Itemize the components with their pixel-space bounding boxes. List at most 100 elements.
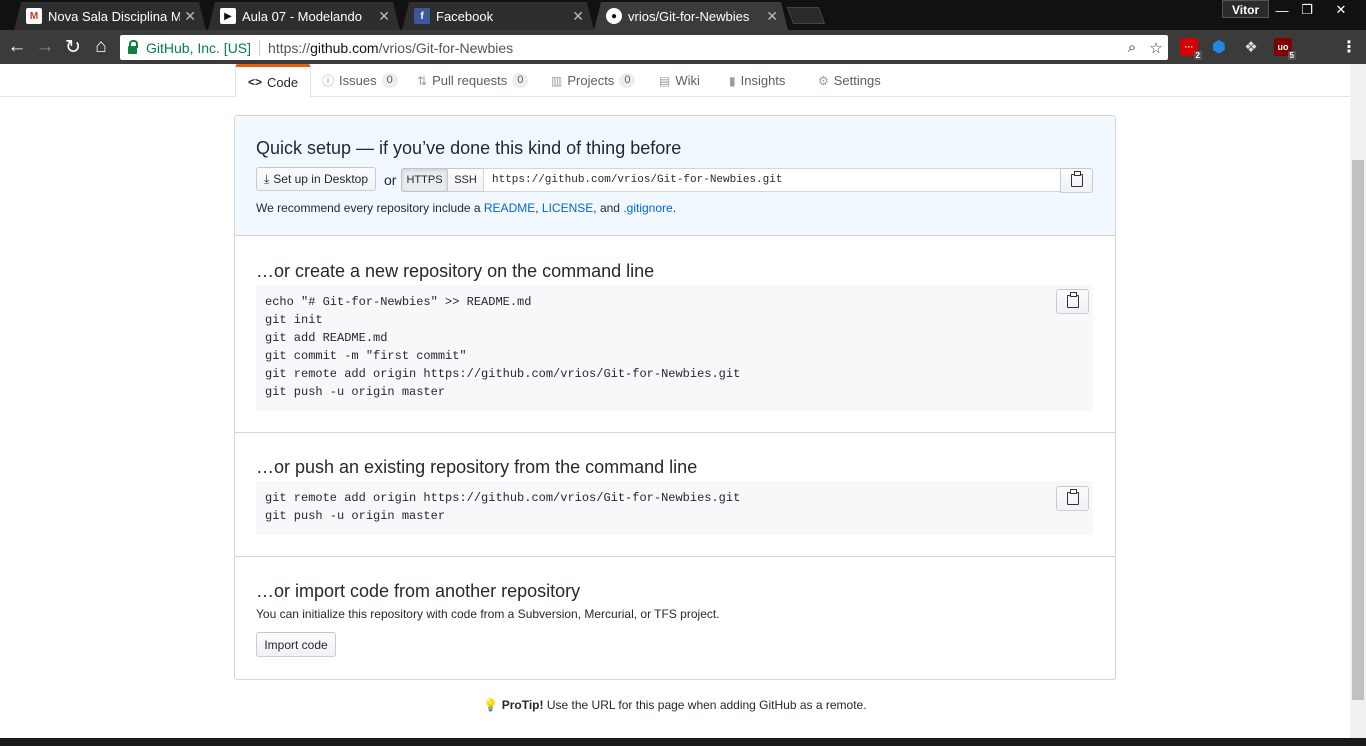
project-icon: ▥: [551, 73, 563, 88]
address-separator: [259, 39, 261, 56]
tab-label: Projects: [567, 73, 615, 88]
pull-request-icon: ⇅: [417, 73, 428, 88]
page-scrollbar[interactable]: [1350, 64, 1366, 738]
setup-box: Quick setup — if you’ve done this kind o…: [234, 115, 1116, 680]
quick-setup-title: Quick setup — if you’ve done this kind o…: [256, 138, 682, 158]
gear-icon: ⚙: [818, 73, 829, 88]
ublock-extension-icon[interactable]: uo 5: [1274, 38, 1296, 60]
browser-tab-facebook[interactable]: f Facebook ✕: [402, 2, 594, 30]
code-line: git remote add origin https://github.com…: [265, 367, 741, 381]
close-icon[interactable]: ✕: [378, 8, 390, 25]
code-line: git remote add origin https://github.com…: [265, 491, 741, 505]
address-bar[interactable]: GitHub, Inc. [US] https://github.com/vri…: [120, 35, 1168, 60]
copy-push-commands-button[interactable]: [1056, 486, 1089, 511]
push-repo-section: …or push an existing repository from the…: [235, 433, 1115, 557]
create-section-title: …or create a new repository on the comma…: [256, 261, 655, 281]
todoist-extension-icon[interactable]: ··· 2: [1180, 38, 1202, 60]
tab-label: Pull requests: [432, 73, 508, 88]
code-line: echo "# Git-for-Newbies" >> README.md: [265, 295, 532, 309]
push-section-title: …or push an existing repository from the…: [256, 457, 698, 477]
push-commands-code[interactable]: git remote add origin https://github.com…: [256, 481, 1093, 535]
tab-insights[interactable]: ▮ Insights: [729, 64, 785, 97]
code-icon: <>: [248, 75, 263, 89]
restore-icon[interactable]: ❐: [1292, 0, 1322, 20]
scrollbar-thumb[interactable]: [1352, 160, 1364, 700]
url-scheme: https://: [268, 39, 311, 56]
browser-tab-aula[interactable]: ▶ Aula 07 - Modelando ✕: [208, 2, 400, 30]
window-close-icon[interactable]: ✕: [1326, 0, 1356, 20]
recommend-and: , and: [593, 201, 624, 215]
or-label: or: [384, 172, 397, 188]
clipboard-icon: [1066, 489, 1079, 505]
tab-label: Wiki: [675, 73, 700, 88]
home-icon[interactable]: ⌂: [88, 34, 114, 60]
extension-badge: 5: [1287, 51, 1296, 60]
desktop-download-icon: ⤓: [263, 171, 270, 186]
extension-badge: 2: [1193, 51, 1202, 60]
ssh-toggle[interactable]: SSH: [447, 168, 484, 192]
code-line: git add README.md: [265, 331, 388, 345]
tab-label: Insights: [740, 73, 786, 88]
repo-nav: <> Code ⓘ Issues 0 ⇅ Pull requests 0 ▥ P…: [0, 64, 1350, 98]
browser-tab-github[interactable]: ● vrios/Git-for-Newbies ✕: [594, 2, 788, 30]
create-commands-code[interactable]: echo "# Git-for-Newbies" >> README.md gi…: [256, 285, 1093, 411]
chrome-menu-icon[interactable]: ⋮: [1340, 38, 1358, 56]
back-arrow-icon[interactable]: ←: [4, 34, 30, 60]
close-icon[interactable]: ✕: [766, 8, 778, 25]
certificate-label[interactable]: GitHub, Inc. [US]: [146, 40, 251, 56]
browser-tab-gmail[interactable]: M Nova Sala Disciplina Mod ✕: [14, 2, 206, 30]
os-taskbar: [0, 738, 1366, 746]
setup-in-desktop-button[interactable]: ⤓ Set up in Desktop: [256, 167, 376, 191]
tab-settings[interactable]: ⚙ Settings: [818, 64, 881, 97]
close-icon[interactable]: ✕: [184, 8, 196, 25]
code-line: git commit -m "first commit": [265, 349, 467, 363]
copy-create-commands-button[interactable]: [1056, 289, 1089, 314]
recommend-comma: ,: [535, 201, 539, 215]
new-tab-button[interactable]: [786, 7, 826, 24]
recommend-prefix: We recommend every repository include a: [256, 201, 484, 215]
import-description: You can initialize this repository with …: [256, 607, 720, 621]
license-link[interactable]: LICENSE: [542, 201, 593, 215]
reload-icon[interactable]: ↻: [60, 34, 86, 60]
close-icon[interactable]: ✕: [572, 8, 584, 25]
recommend-period: .: [672, 201, 677, 215]
book-icon: ▤: [659, 73, 671, 88]
import-code-button[interactable]: Import code: [256, 632, 336, 657]
tab-pull-requests[interactable]: ⇅ Pull requests 0: [417, 64, 529, 97]
clipboard-icon: [1070, 171, 1083, 187]
zoom-icon[interactable]: ⌕: [1120, 39, 1144, 56]
url-text[interactable]: https://github.com/vrios/Git-for-Newbies: [268, 40, 1120, 56]
profile-button[interactable]: Vitor: [1222, 0, 1270, 18]
create-repo-section: …or create a new repository on the comma…: [235, 236, 1115, 433]
issues-counter: 0: [381, 73, 398, 88]
protip: 💡 ProTip! Use the URL for this page when…: [0, 698, 1350, 712]
readme-link[interactable]: README: [484, 201, 535, 215]
forward-arrow-icon[interactable]: →: [32, 34, 58, 60]
tab-issues[interactable]: ⓘ Issues 0: [322, 64, 398, 97]
import-section-title: …or import code from another repository: [256, 581, 581, 601]
tab-projects[interactable]: ▥ Projects 0: [551, 64, 636, 97]
browser-tab-strip: M Nova Sala Disciplina Mod ✕ ▶ Aula 07 -…: [0, 0, 1366, 30]
dropbox-extension-icon[interactable]: ❖: [1242, 38, 1260, 56]
tab-label: Issues: [339, 73, 377, 88]
github-icon: ●: [606, 8, 622, 24]
gitignore-link[interactable]: .gitignore: [623, 201, 672, 215]
clone-url-input[interactable]: https://github.com/vrios/Git-for-Newbies…: [483, 168, 1061, 192]
tab-code[interactable]: <> Code: [235, 64, 312, 98]
protip-text: Use the URL for this page when adding Gi…: [543, 698, 867, 712]
video-icon: ▶: [220, 8, 236, 24]
pull-requests-counter: 0: [512, 73, 529, 88]
tab-wiki[interactable]: ▤ Wiki: [659, 64, 700, 97]
issue-icon: ⓘ: [322, 74, 335, 88]
copy-clone-url-button[interactable]: [1060, 168, 1093, 193]
tab-title: vrios/Git-for-Newbies: [628, 8, 750, 24]
protip-label: ProTip!: [501, 698, 544, 712]
code-line: git push -u origin master: [265, 385, 446, 399]
tab-title: Aula 07 - Modelando: [242, 8, 362, 24]
https-toggle[interactable]: HTTPS: [401, 168, 448, 192]
gmail-icon: M: [26, 8, 42, 24]
shield-extension-icon[interactable]: ⬢: [1210, 38, 1228, 56]
tab-title: Nova Sala Disciplina Mod: [48, 8, 181, 24]
lock-icon: [128, 39, 138, 54]
bookmark-star-icon[interactable]: ☆: [1144, 39, 1168, 57]
